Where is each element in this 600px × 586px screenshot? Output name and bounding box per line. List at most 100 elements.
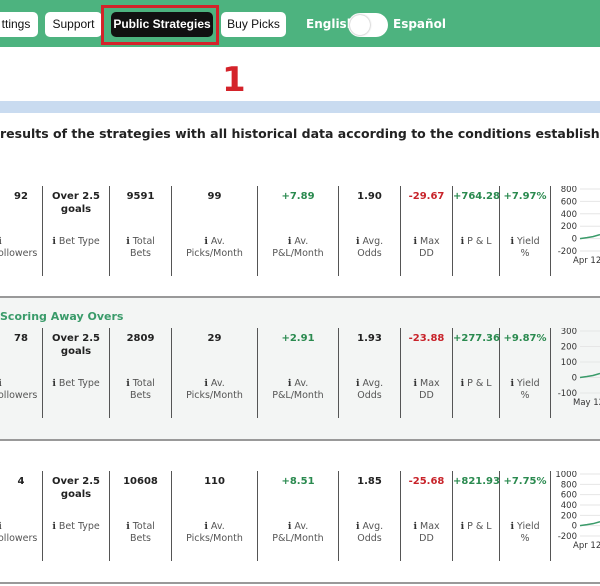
pl-mini-chart[interactable]: 800 600 400 200 0 -200 Apr 12 [551,186,600,276]
chart-pl-line [579,520,600,527]
info-icon[interactable]: ℹ [288,378,292,389]
stat-max-dd-value: -29.67 [401,190,452,203]
info-icon[interactable]: ℹ [126,521,130,532]
stat-followers-value-line: 92 [14,191,28,202]
stat-followers-value-line: 78 [14,333,28,344]
info-icon[interactable]: ℹ [52,521,56,532]
stat-max-dd-label-line: DD [401,390,452,402]
info-icon[interactable]: ℹ [0,378,2,389]
stat-pl: +821.93 ℹ P & L [453,471,500,561]
stat-avg-odds-label-text: Odds [357,248,382,259]
info-icon[interactable]: ℹ [0,236,2,247]
stat-pl-label: ℹ P & L [453,378,499,390]
stat-av-picks-label-text: Av. [210,378,225,389]
stat-av-picks: 110 ℹ Av. Picks/Month [172,471,258,561]
stat-av-pl: +7.89 ℹ Av. P&L/Month [258,186,339,276]
stat-bet-type-label: ℹ Bet Type [43,521,109,533]
nav-settings-button[interactable]: ttings [0,12,38,37]
stat-yield-label-line: % [500,248,550,260]
info-icon[interactable]: ℹ [52,378,56,389]
stat-avg-odds-label-line: ℹ Avg. [339,521,400,533]
stat-yield-label-text: % [520,248,530,259]
stat-av-pl-value-line: +2.91 [281,333,315,344]
stat-av-picks: 29 ℹ Av. Picks/Month [172,328,258,418]
stat-total-bets-value-line: 10608 [123,476,158,487]
strategy-title[interactable]: Scoring Away Overs [0,310,123,323]
stat-bet-type-value-line: goals [60,204,92,215]
stat-avg-odds-label: ℹ Avg. Odds [339,521,400,545]
stat-av-picks-label-line: ℹ Av. [172,521,257,533]
stat-total-bets-label-text: Total [132,378,155,389]
stat-avg-odds-label-line: ℹ Avg. [339,378,400,390]
info-icon[interactable]: ℹ [413,521,417,532]
pl-mini-chart[interactable]: 1000 800 600 400 200 0 -200 Apr 12 [551,471,600,561]
stat-yield-label: ℹ Yield% [500,378,550,402]
stat-av-pl-label: ℹ Av. P&L/Month [258,521,338,545]
top-navigation-bar: ttings Support Public Strategies Buy Pic… [0,0,600,47]
chart-tick-label: 400 [561,501,577,511]
stat-max-dd-label-text: DD [419,390,434,401]
info-icon[interactable]: ℹ [288,521,292,532]
stat-bet-type-label: ℹ Bet Type [43,378,109,390]
pl-mini-chart[interactable]: 3002001000-100May 12 [551,328,600,418]
strategy-card[interactable]: 92 ℹ ollowers Over 2.5 goals ℹ Bet Type 9591 ℹ… [0,172,600,298]
info-icon[interactable]: ℹ [460,236,464,247]
info-icon[interactable]: ℹ [510,378,514,389]
info-icon[interactable]: ℹ [510,521,514,532]
stat-followers-value: 4 [0,475,42,488]
info-icon[interactable]: ℹ [126,378,130,389]
stat-followers-label-line: ℹ ollowers [0,378,40,402]
chart-x-label: Apr 12 [573,256,600,266]
stat-followers: 78 ℹ ollowers [0,328,43,418]
strategy-card[interactable]: Scoring Away Overs 78 ℹ ollowers Over 2.5 go… [0,298,600,441]
stat-max-dd: -25.68 ℹ Max DD [401,471,453,561]
stat-av-picks-label-line: ℹ Av. [172,236,257,248]
stat-total-bets-label-line: Bets [110,533,171,545]
stat-followers-value: 78 [0,332,42,345]
stat-max-dd-value-line: -23.88 [408,333,445,344]
stat-yield: +9.87% ℹ Yield% [500,328,551,418]
info-icon[interactable]: ℹ [356,378,360,389]
info-icon[interactable]: ℹ [288,236,292,247]
info-icon[interactable]: ℹ [460,521,464,532]
stat-avg-odds-value-line: 1.85 [357,476,382,487]
stat-avg-odds-label: ℹ Avg. Odds [339,236,400,260]
info-icon[interactable]: ℹ [204,236,208,247]
stat-pl-label-text: P & L [467,521,492,532]
nav-support-button[interactable]: Support [45,12,102,37]
stat-bet-type-value: Over 2.5 goals [43,332,109,358]
stat-bet-type-value-line: goals [60,489,92,500]
info-icon[interactable]: ℹ [356,521,360,532]
stat-bet-type-label-line: ℹ Bet Type [43,236,109,248]
stat-total-bets-label: ℹ Total Bets [110,521,171,545]
info-icon[interactable]: ℹ [204,378,208,389]
stat-yield-value-line: +9.87% [503,333,547,344]
stat-max-dd-label-text: DD [419,533,434,544]
info-icon[interactable]: ℹ [52,236,56,247]
intro-text: results of the strategies with all histo… [0,126,600,141]
info-icon[interactable]: ℹ [460,378,464,389]
info-icon[interactable]: ℹ [510,236,514,247]
stat-followers-label-line: ℹ ollowers [0,236,40,260]
info-icon[interactable]: ℹ [0,521,2,532]
info-icon[interactable]: ℹ [204,521,208,532]
chart-tick-label: 800 [561,480,577,490]
stat-yield-value-line: +7.97% [503,191,547,202]
info-icon[interactable]: ℹ [356,236,360,247]
stat-max-dd-label: ℹ Max DD [401,236,452,260]
info-icon[interactable]: ℹ [413,236,417,247]
nav-buy-picks-button[interactable]: Buy Picks [221,12,286,37]
stat-bet-type-value-line: Over 2.5 [52,476,100,487]
stat-avg-odds: 1.90 ℹ Avg. Odds [339,186,401,276]
stat-pl-value: +821.93 [453,475,500,488]
stat-av-picks-label-text: Av. [210,521,225,532]
stat-followers-label: ℹ ollowers [0,236,40,260]
stat-total-bets: 2809 ℹ Total Bets [110,328,172,418]
language-toggle[interactable] [348,13,388,37]
chart-tick-label: 600 [561,491,577,501]
info-icon[interactable]: ℹ [413,378,417,389]
strategy-card[interactable]: 4 ℹ ollowers Over 2.5 goals ℹ Bet Type 10608 ℹ… [0,441,600,584]
chart-tick-label: 0 [572,374,577,384]
stat-pl-value-line: +821.93 [453,476,500,487]
info-icon[interactable]: ℹ [126,236,130,247]
